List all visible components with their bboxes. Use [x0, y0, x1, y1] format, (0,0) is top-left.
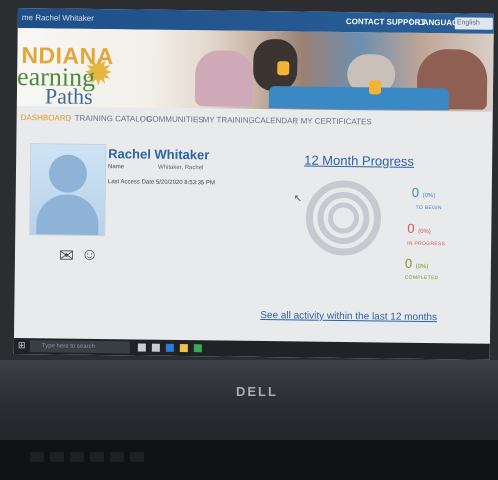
stat-completed-count: 0 — [404, 255, 413, 271]
last-access-date: Last Access Date 5/20/2020 8:53:35 PM — [107, 179, 215, 187]
taskbar-app-icon[interactable] — [151, 343, 160, 352]
windows-start-icon[interactable]: ⊞ — [18, 340, 26, 351]
keyboard-key — [30, 452, 44, 462]
see-all-activity-link[interactable]: See all activity within the last 12 mont… — [260, 310, 437, 323]
nav-divider: | — [248, 115, 251, 125]
ring-middle — [317, 191, 370, 244]
stat-completed-label: COMPLETED — [404, 274, 439, 282]
task-view-icon[interactable] — [137, 343, 146, 352]
stat-in-progress[interactable]: 0 (0%) — [407, 221, 431, 236]
nav-my-certificates[interactable]: MY CERTIFICATES — [301, 116, 372, 126]
windows-taskbar: Type here to search ⊞ — [13, 337, 490, 360]
banner-photo-cup — [277, 61, 290, 76]
contact-support-link[interactable]: CONTACT SUPPORT — [346, 17, 426, 27]
banner-photo-child — [194, 50, 254, 107]
stat-to-begin-count: 0 — [411, 184, 420, 200]
stat-to-begin[interactable]: 0 (0%) — [412, 185, 436, 200]
progress-title-link[interactable]: 12 Month Progress — [304, 153, 414, 169]
nav-calendar[interactable]: CALENDAR — [255, 116, 299, 126]
nav-divider: | — [196, 115, 199, 125]
file-explorer-icon[interactable] — [179, 344, 188, 353]
user-profile-icon[interactable]: ☺ — [81, 245, 99, 265]
nav-divider: | — [294, 116, 297, 126]
nav-divider: | — [140, 114, 143, 124]
main-nav: DASHBOARD | TRAINING CATALOG | COMMUNITI… — [17, 110, 493, 132]
header-separator: | — [409, 16, 412, 26]
logo-text-line3: Paths — [44, 83, 93, 109]
keyboard-key — [110, 452, 124, 462]
progress-donut-chart — [305, 180, 381, 256]
taskbar-search-input[interactable]: Type here to search — [29, 340, 130, 354]
stat-in-progress-pct: (0%) — [418, 228, 431, 236]
banner-photo-child — [253, 38, 298, 92]
keyboard-key — [90, 452, 104, 462]
taskbar-app-icon[interactable] — [165, 343, 174, 352]
stat-to-begin-label: TO BEGIN — [415, 204, 442, 212]
keyboard-key — [50, 452, 64, 462]
avatar-head — [48, 154, 88, 193]
nav-communities[interactable]: COMMUNITIES — [147, 115, 204, 125]
laptop-brand-logo: DELL — [236, 384, 278, 399]
hero-banner: ✹ NDIANA earning Paths — [16, 27, 494, 112]
stat-in-progress-count: 0 — [407, 220, 415, 236]
stat-to-begin-pct: (0%) — [422, 192, 436, 200]
banner-photo-table — [268, 86, 450, 111]
nav-my-training[interactable]: MY TRAINING — [203, 115, 255, 125]
nav-dashboard[interactable]: DASHBOARD — [21, 113, 72, 123]
ring-inner — [327, 202, 359, 234]
keyboard-key — [130, 452, 144, 462]
keyboard-key — [70, 452, 84, 462]
nav-divider: | — [68, 113, 71, 123]
profile-name: Rachel Whitaker — [108, 146, 210, 163]
mail-icon[interactable]: ✉ — [59, 246, 74, 267]
profile-avatar — [29, 143, 107, 237]
name-value: Whitaker, Rachel — [158, 164, 204, 172]
welcome-text: me Rachel Whitaker — [21, 13, 94, 23]
name-label: Name — [108, 164, 125, 171]
avatar-shoulders — [36, 194, 99, 235]
taskbar-app-icon[interactable] — [193, 344, 202, 353]
mouse-cursor-icon: ↖ — [293, 193, 303, 205]
stat-completed[interactable]: 0 (0%) — [405, 256, 429, 271]
stat-completed-pct: (0%) — [415, 263, 429, 271]
stat-in-progress-label: IN PROGRESS — [407, 240, 446, 248]
laptop-screen: me Rachel Whitaker CONTACT SUPPORT | LAN… — [13, 8, 494, 360]
banner-photo-cup — [368, 80, 382, 95]
language-select[interactable]: English (US) — [454, 17, 493, 39]
